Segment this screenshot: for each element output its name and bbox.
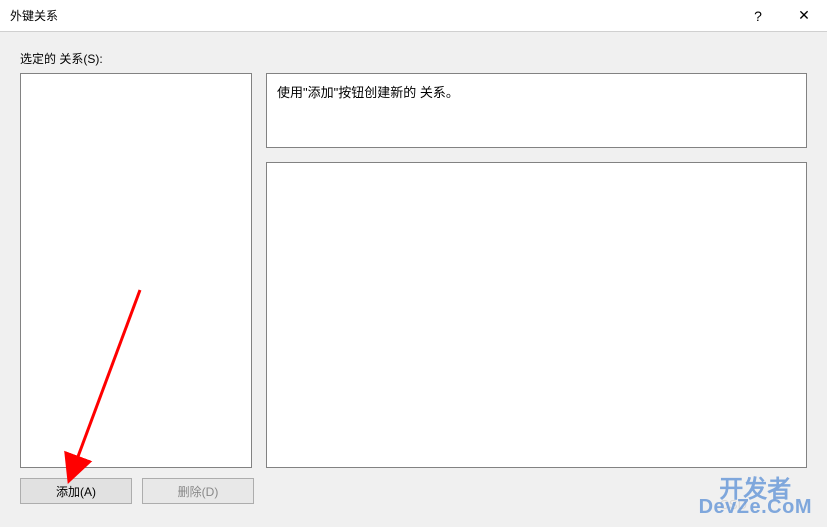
delete-button[interactable]: 删除(D) — [142, 478, 254, 504]
window-title: 外键关系 — [10, 7, 735, 24]
properties-panel — [266, 162, 807, 468]
selected-relationship-label: 选定的 关系(S): — [20, 50, 807, 67]
help-icon: ? — [754, 8, 762, 24]
close-icon: ✕ — [798, 7, 810, 24]
dialog-content: 选定的 关系(S): 使用"添加"按钮创建新的 关系。 添加(A) 删除(D) — [0, 32, 827, 514]
relationship-listbox[interactable] — [20, 73, 252, 468]
main-area: 使用"添加"按钮创建新的 关系。 — [20, 73, 807, 468]
add-button[interactable]: 添加(A) — [20, 478, 132, 504]
button-row: 添加(A) 删除(D) — [20, 478, 807, 504]
hint-box: 使用"添加"按钮创建新的 关系。 — [266, 73, 807, 148]
close-button[interactable]: ✕ — [781, 0, 827, 32]
hint-text: 使用"添加"按钮创建新的 关系。 — [277, 85, 459, 100]
help-button[interactable]: ? — [735, 0, 781, 32]
titlebar: 外键关系 ? ✕ — [0, 0, 827, 32]
right-column: 使用"添加"按钮创建新的 关系。 — [266, 73, 807, 468]
